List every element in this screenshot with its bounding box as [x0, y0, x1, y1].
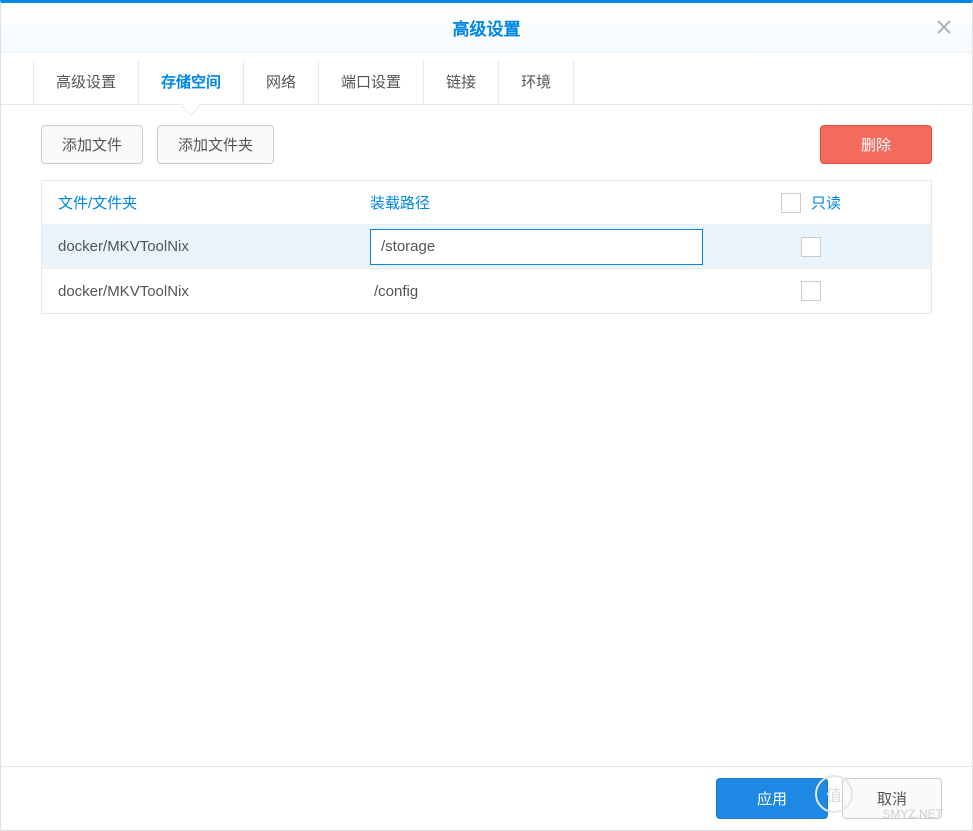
- tab-advanced[interactable]: 高级设置: [33, 61, 139, 104]
- volume-table: 文件/文件夹 装载路径 只读 docker/MKVToolNix docker/…: [41, 180, 932, 314]
- delete-button[interactable]: 删除: [820, 125, 932, 164]
- dialog-body: 添加文件 添加文件夹 删除 文件/文件夹 装载路径 只读 docker/MKVT…: [1, 105, 972, 766]
- cell-readonly: [711, 281, 931, 301]
- header-readonly-label: 只读: [811, 192, 841, 213]
- toolbar: 添加文件 添加文件夹 删除: [41, 125, 932, 164]
- tab-env[interactable]: 环境: [499, 61, 574, 104]
- header-file[interactable]: 文件/文件夹: [42, 192, 362, 213]
- tab-volume[interactable]: 存储空间: [139, 61, 244, 104]
- cell-file: docker/MKVToolNix: [42, 238, 362, 255]
- advanced-settings-dialog: 高级设置 高级设置 存储空间 网络 端口设置 链接 环境 添加文件 添加文件夹 …: [0, 0, 973, 831]
- tab-port[interactable]: 端口设置: [319, 61, 424, 104]
- readonly-header-checkbox[interactable]: [781, 193, 801, 213]
- dialog-footer: 应用 取消: [1, 766, 972, 830]
- table-header-row: 文件/文件夹 装载路径 只读: [42, 181, 931, 225]
- header-readonly: 只读: [711, 192, 931, 213]
- tab-bar: 高级设置 存储空间 网络 端口设置 链接 环境: [1, 53, 972, 105]
- header-path[interactable]: 装载路径: [362, 192, 711, 213]
- close-icon[interactable]: [932, 15, 956, 39]
- readonly-checkbox[interactable]: [801, 281, 821, 301]
- readonly-checkbox[interactable]: [801, 237, 821, 257]
- tab-links[interactable]: 链接: [424, 61, 499, 104]
- cell-path: [362, 229, 711, 265]
- cell-readonly: [711, 237, 931, 257]
- table-row[interactable]: docker/MKVToolNix: [42, 225, 931, 269]
- add-file-button[interactable]: 添加文件: [41, 125, 143, 164]
- add-folder-button[interactable]: 添加文件夹: [157, 125, 274, 164]
- cancel-button[interactable]: 取消: [842, 778, 942, 819]
- cell-file: docker/MKVToolNix: [42, 283, 362, 300]
- apply-button[interactable]: 应用: [716, 778, 828, 819]
- tab-network[interactable]: 网络: [244, 61, 319, 104]
- table-row[interactable]: docker/MKVToolNix /config: [42, 269, 931, 313]
- dialog-title: 高级设置: [453, 15, 521, 40]
- dialog-header: 高级设置: [1, 3, 972, 53]
- cell-path: /config: [362, 283, 711, 300]
- mount-path-input[interactable]: [370, 229, 703, 265]
